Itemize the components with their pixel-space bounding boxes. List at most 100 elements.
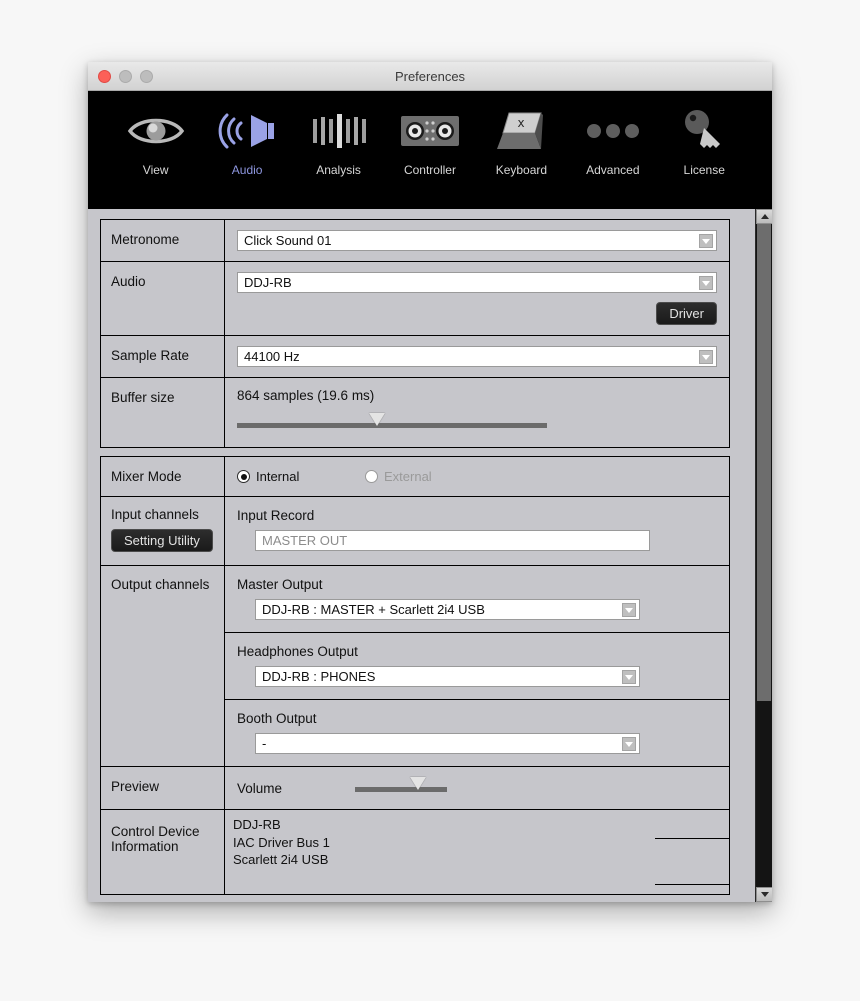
audio-device-select[interactable]: DDJ-RB [237,272,717,293]
output-channels-row: Output channels Master Output DDJ-RB : M… [101,566,729,767]
eye-icon [120,105,192,157]
key-icon [668,105,740,157]
audio-settings-panel: Metronome Click Sound 01 Audio DDJ-RB Dr… [88,209,755,902]
buffer-size-slider[interactable] [237,413,547,433]
radio-unselected-icon [365,470,378,483]
waveform-bars-icon [303,105,375,157]
mixer-group: Mixer Mode Internal External Input chann… [100,456,730,895]
input-record-field[interactable]: MASTER OUT [255,530,650,551]
headphones-output-value: DDJ-RB : PHONES [262,669,376,684]
device-info-grid-lines [655,816,729,888]
master-output-select[interactable]: DDJ-RB : MASTER + Scarlett 2i4 USB [255,599,640,620]
audio-device-group: Metronome Click Sound 01 Audio DDJ-RB Dr… [100,219,730,448]
preview-volume-slider-track [355,787,447,792]
control-device-information-list: DDJ-RB IAC Driver Bus 1 Scarlett 2i4 USB [233,816,729,888]
chevron-down-icon[interactable] [699,276,713,290]
speaker-icon [211,105,283,157]
toolbar-tab-analysis-label: Analysis [316,163,361,177]
master-output-value: DDJ-RB : MASTER + Scarlett 2i4 USB [262,602,485,617]
vertical-scrollbar[interactable] [755,209,772,902]
preferences-content-wrap: Metronome Click Sound 01 Audio DDJ-RB Dr… [88,201,772,902]
scroll-up-arrow[interactable] [756,209,772,224]
booth-output-block: Booth Output - [225,700,729,766]
buffer-size-value: 864 samples (19.6 ms) [237,388,375,403]
chevron-down-icon[interactable] [622,603,636,617]
audio-row: Audio DDJ-RB Driver [101,262,729,336]
toolbar-tab-advanced[interactable]: Advanced [570,105,656,177]
scrollbar-thumb[interactable] [757,224,771,702]
maximize-button[interactable] [140,70,153,83]
chevron-down-icon[interactable] [622,670,636,684]
control-device-information-row: Control Device Information DDJ-RB IAC Dr… [101,810,729,894]
metronome-value: Click Sound 01 [244,233,332,248]
chevron-down-icon[interactable] [699,350,713,364]
preview-volume-slider[interactable] [355,777,447,796]
master-output-block: Master Output DDJ-RB : MASTER + Scarlett… [225,566,729,633]
scrollbar-track[interactable] [756,224,772,887]
sample-rate-label: Sample Rate [101,336,225,377]
metronome-select[interactable]: Click Sound 01 [237,230,717,251]
keyboard-key-icon: x [485,105,557,157]
toolbar-tab-analysis[interactable]: Analysis [296,105,382,177]
audio-device-value: DDJ-RB [244,275,292,290]
toolbar-tab-view[interactable]: View [113,105,199,177]
radio-selected-icon [237,470,250,483]
sample-rate-value: 44100 Hz [244,349,300,364]
control-device-information-label: Control Device Information [101,810,225,894]
metronome-row: Metronome Click Sound 01 [101,220,729,262]
mixer-mode-external-radio[interactable]: External [365,469,432,484]
screen: Preferences View Audio Analysis Controll… [0,0,860,1001]
mixer-mode-internal-radio[interactable]: Internal [237,469,365,484]
buffer-size-row: Buffer size 864 samples (19.6 ms) [101,378,729,447]
window-titlebar: Preferences [88,62,772,91]
scroll-down-arrow[interactable] [756,887,772,902]
sample-rate-row: Sample Rate 44100 Hz [101,336,729,378]
window-title: Preferences [394,69,466,84]
headphones-output-label: Headphones Output [237,644,358,659]
mixer-mode-row: Mixer Mode Internal External [101,457,729,497]
booth-output-select[interactable]: - [255,733,640,754]
buffer-size-label: Buffer size [101,378,225,447]
chevron-down-icon[interactable] [699,234,713,248]
svg-text:x: x [518,116,525,130]
mixer-mode-internal-label: Internal [256,469,300,484]
preferences-window: Preferences View Audio Analysis Controll… [88,62,772,902]
toolbar-tab-controller[interactable]: Controller [387,105,473,177]
preview-volume-slider-thumb[interactable] [409,777,426,790]
minimize-button[interactable] [119,70,132,83]
headphones-output-block: Headphones Output DDJ-RB : PHONES [225,633,729,700]
toolbar-tab-advanced-label: Advanced [586,163,640,177]
sample-rate-select[interactable]: 44100 Hz [237,346,717,367]
toolbar-tab-license-label: License [683,163,725,177]
setting-utility-button[interactable]: Setting Utility [111,529,213,552]
traffic-lights [98,70,153,83]
toolbar-tab-audio[interactable]: Audio [204,105,290,177]
toolbar-tab-view-label: View [142,163,169,177]
toolbar-tab-audio-label: Audio [231,163,263,177]
output-channels-label: Output channels [101,566,225,766]
preferences-toolbar: View Audio Analysis Controller x Keyboar… [88,91,772,201]
headphones-output-select[interactable]: DDJ-RB : PHONES [255,666,640,687]
input-channels-label: Input channels [111,507,199,522]
input-record-label: Input Record [237,508,315,523]
buffer-size-slider-track [237,423,547,428]
mixer-mode-label: Mixer Mode [101,457,225,496]
booth-output-label: Booth Output [237,711,317,726]
buffer-size-slider-thumb[interactable] [368,413,385,426]
input-channels-row: Input channels Setting Utility Input Rec… [101,497,729,566]
audio-label: Audio [101,262,225,335]
chevron-down-icon[interactable] [622,737,636,751]
metronome-label: Metronome [101,220,225,261]
input-channels-cell: Input channels Setting Utility [101,497,225,565]
toolbar-tab-controller-label: Controller [403,163,456,177]
close-button[interactable] [98,70,111,83]
controller-icon [394,105,466,157]
preview-label: Preview [101,767,225,809]
toolbar-tab-keyboard-label: Keyboard [495,163,548,177]
toolbar-tab-license[interactable]: License [661,105,747,177]
toolbar-tab-keyboard[interactable]: x Keyboard [478,105,564,177]
preview-volume-label: Volume [237,780,283,796]
booth-output-value: - [262,736,267,751]
driver-button[interactable]: Driver [656,302,717,325]
ellipsis-icon [577,105,649,157]
